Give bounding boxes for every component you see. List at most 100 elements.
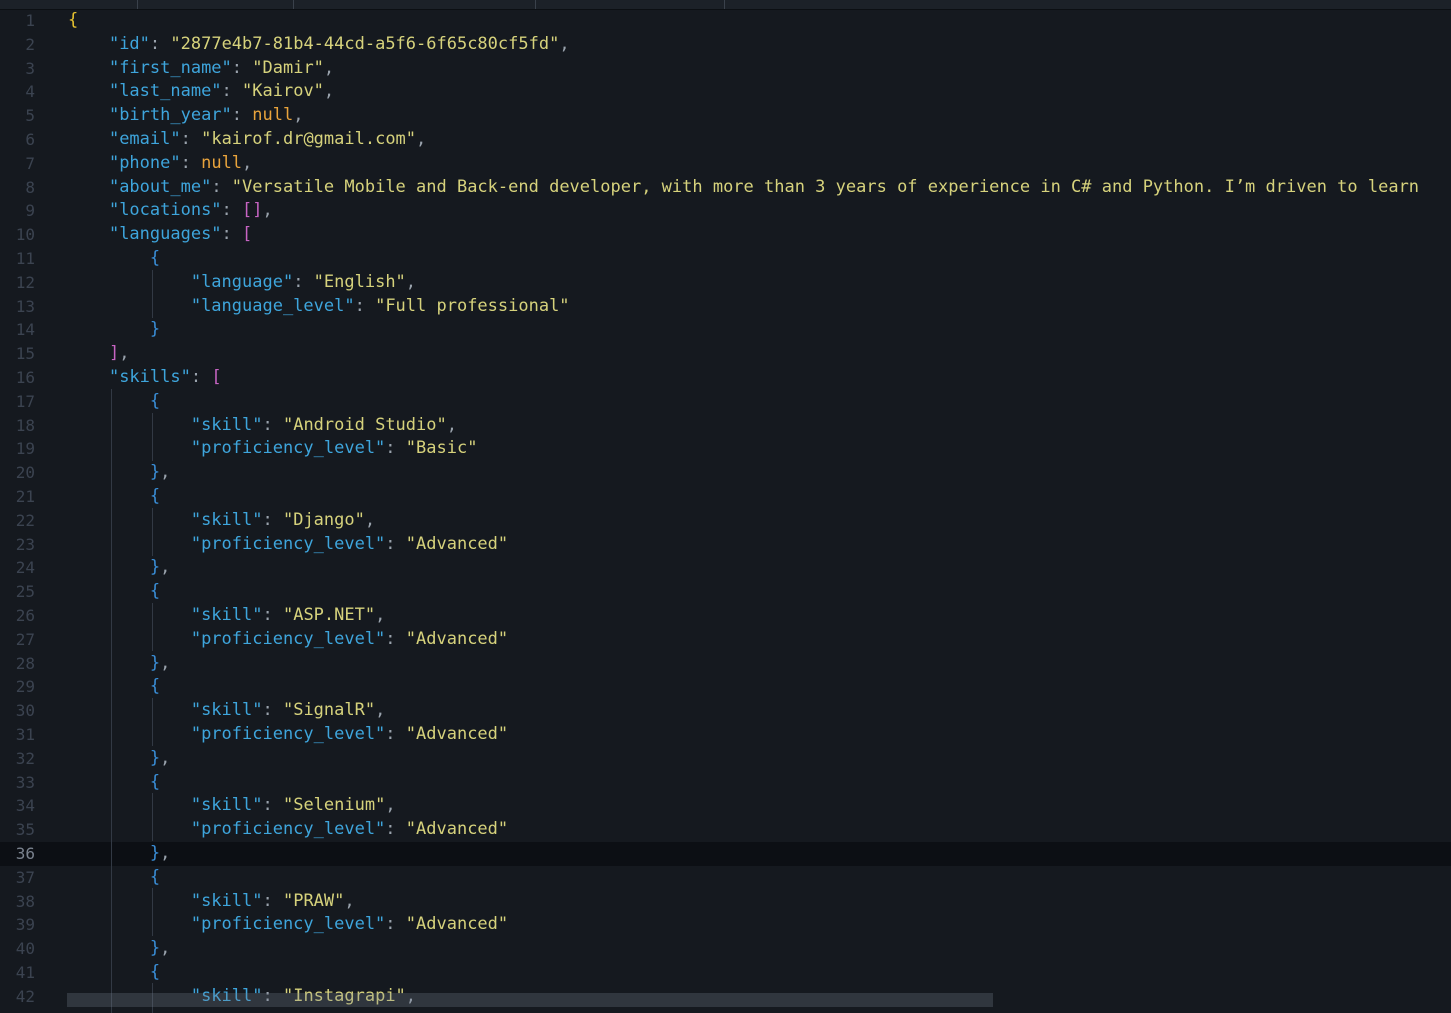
code-line[interactable]: 22 "skill": "Django", — [0, 509, 1451, 533]
code-token: } — [149, 747, 161, 768]
code-line[interactable]: 1{ — [0, 9, 1451, 33]
code-line[interactable]: 20 }, — [0, 461, 1451, 485]
line-code: "proficiency_level": "Advanced" — [68, 818, 508, 842]
code-line[interactable]: 13 "language_level": "Full professional" — [0, 295, 1451, 319]
code-line[interactable]: 35 "proficiency_level": "Advanced" — [0, 818, 1451, 842]
code-token: , — [160, 652, 171, 673]
line-number: 15 — [15, 344, 35, 364]
code-token: "skill" — [190, 890, 263, 911]
code-token: : — [385, 438, 406, 459]
line-code: "id": "2877e4b7-81b4-44cd-a5f6-6f65c80cf… — [68, 33, 570, 57]
code-token: : — [385, 628, 406, 649]
code-token: "Damir" — [252, 57, 324, 78]
line-number: 41 — [15, 963, 35, 982]
code-token: { — [149, 581, 161, 602]
code-line[interactable]: 23 "proficiency_level": "Advanced" — [0, 533, 1451, 557]
line-code: "proficiency_level": "Advanced" — [68, 533, 508, 557]
code-token: "last_name" — [108, 81, 222, 102]
line-code: }, — [68, 937, 171, 961]
code-line[interactable]: 19 "proficiency_level": "Basic" — [0, 437, 1451, 461]
code-line[interactable]: 11 { — [0, 247, 1451, 271]
line-code: { — [68, 390, 160, 414]
code-token: { — [149, 866, 161, 887]
code-token: "2877e4b7-81b4-44cd-a5f6-6f65c80cf5fd" — [170, 33, 560, 54]
line-number: 36 — [15, 844, 35, 863]
code-token: , — [160, 747, 171, 768]
line-code: "language": "English", — [68, 271, 416, 295]
code-line[interactable]: 41 { — [0, 961, 1451, 985]
code-token: , — [416, 129, 427, 149]
code-token: : — [221, 81, 243, 102]
code-line[interactable]: 27 "proficiency_level": "Advanced" — [0, 628, 1451, 652]
code-token: , — [375, 700, 386, 721]
code-line[interactable]: 15 ], — [0, 342, 1451, 366]
line-number: 16 — [15, 368, 35, 387]
line-number: 37 — [15, 867, 35, 887]
code-token: { — [149, 676, 161, 697]
code-editor[interactable]: 1{2 "id": "2877e4b7-81b4-44cd-a5f6-6f65c… — [0, 0, 1451, 1013]
tab-separator — [293, 0, 294, 9]
code-line[interactable]: 14 } — [0, 318, 1451, 342]
code-token: "Full professional" — [375, 295, 570, 316]
code-line[interactable]: 37 { — [0, 866, 1451, 890]
code-token: } — [149, 938, 161, 959]
code-line[interactable]: 39 "proficiency_level": "Advanced" — [0, 913, 1451, 937]
code-token: "proficiency_level" — [190, 914, 386, 935]
code-line[interactable]: 38 "skill": "PRAW", — [0, 890, 1451, 914]
code-line[interactable]: 24 }, — [0, 556, 1451, 580]
code-token: "Kairov" — [242, 81, 324, 102]
code-line[interactable]: 28 }, — [0, 652, 1451, 676]
line-number: 42 — [15, 986, 35, 1006]
code-line[interactable]: 6 "email": "kairof.dr@gmail.com", — [0, 128, 1451, 152]
code-line[interactable]: 5 "birth_year": null, — [0, 104, 1451, 128]
code-token: { — [149, 248, 161, 268]
line-code: }, — [68, 556, 171, 580]
code-line[interactable]: 34 "skill": "Selenium", — [0, 794, 1451, 818]
code-line[interactable]: 26 "skill": "ASP.NET", — [0, 604, 1451, 628]
code-line[interactable]: 4 "last_name": "Kairov", — [0, 80, 1451, 104]
code-token: "Advanced" — [405, 724, 509, 744]
line-code: "skill": "Selenium", — [68, 794, 396, 818]
code-token: "skill" — [190, 509, 263, 530]
line-code: "proficiency_level": "Advanced" — [68, 913, 508, 937]
code-token: "skill" — [190, 414, 263, 435]
code-line[interactable]: 21 { — [0, 485, 1451, 509]
code-line[interactable]: 7 "phone": null, — [0, 152, 1451, 176]
code-line[interactable]: 18 "skill": "Android Studio", — [0, 414, 1451, 438]
line-code: { — [68, 485, 160, 509]
code-token: "id" — [108, 33, 150, 54]
code-line[interactable]: 29 { — [0, 675, 1451, 699]
code-line[interactable]: 25 { — [0, 580, 1451, 604]
code-line[interactable]: 32 }, — [0, 747, 1451, 771]
code-token: "Advanced" — [405, 819, 509, 840]
code-line[interactable]: 40 }, — [0, 937, 1451, 961]
code-line[interactable]: 8 "about_me": "Versatile Mobile and Back… — [0, 176, 1451, 200]
code-line[interactable]: 36 }, — [0, 842, 1451, 866]
code-token: , — [160, 938, 171, 959]
code-line[interactable]: 30 "skill": "SignalR", — [0, 699, 1451, 723]
code-line[interactable]: 12 "language": "English", — [0, 271, 1451, 295]
line-number: 26 — [15, 606, 35, 625]
code-line[interactable]: 3 "first_name": "Damir", — [0, 57, 1451, 81]
code-token: , — [323, 57, 335, 78]
line-number: 10 — [15, 225, 35, 245]
code-token: "proficiency_level" — [190, 819, 386, 840]
code-line[interactable]: 17 { — [0, 390, 1451, 414]
line-number: 30 — [15, 701, 35, 721]
code-line[interactable]: 2 "id": "2877e4b7-81b4-44cd-a5f6-6f65c80… — [0, 33, 1451, 57]
code-token: : — [354, 295, 376, 316]
code-line[interactable]: 10 "languages": [ — [0, 223, 1451, 247]
code-token: "kairof.dr@gmail.com" — [201, 129, 417, 149]
horizontal-scrollbar[interactable] — [67, 993, 993, 1007]
code-line[interactable]: 9 "locations": [], — [0, 199, 1451, 223]
code-line[interactable]: 31 "proficiency_level": "Advanced" — [0, 723, 1451, 747]
code-line[interactable]: 16 "skills": [ — [0, 366, 1451, 390]
line-number: 11 — [15, 249, 35, 268]
indent-guide — [152, 698, 153, 746]
code-line[interactable]: 33 { — [0, 771, 1451, 795]
